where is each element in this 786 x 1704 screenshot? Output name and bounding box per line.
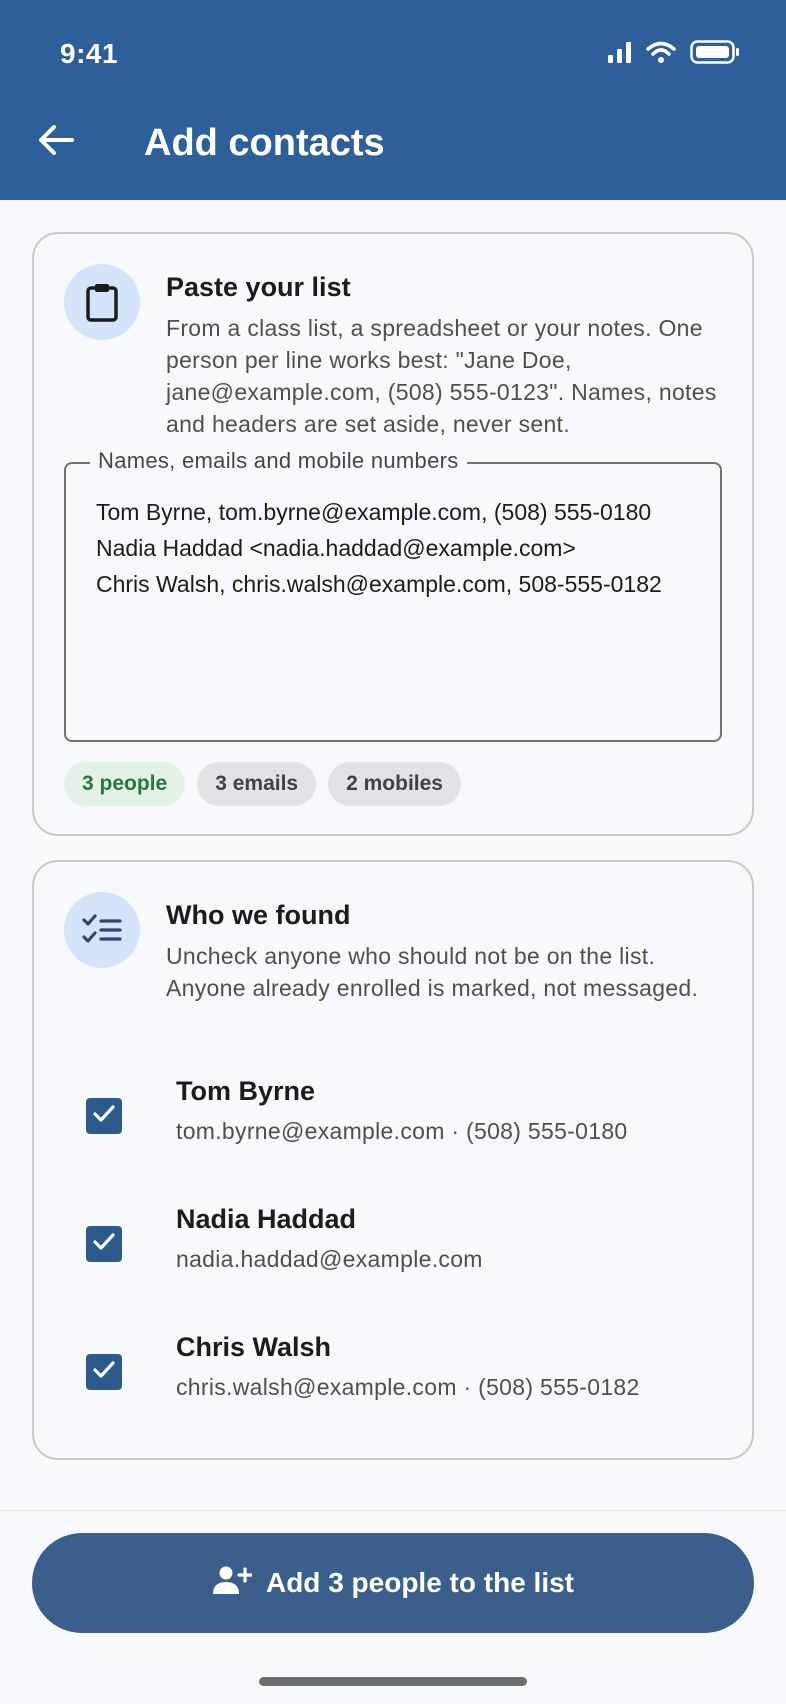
person-contact-detail: nadia.haddad@example.com: [176, 1246, 483, 1272]
found-card-title: Who we found: [166, 900, 351, 930]
found-card-description: Uncheck anyone who should not be on the …: [166, 943, 699, 1001]
person-row[interactable]: Chris Walsh chris.walsh@example.com · (5…: [34, 1332, 752, 1442]
mobile-count-chip: 2 mobiles: [328, 762, 461, 806]
person-name: Nadia Haddad: [176, 1204, 357, 1234]
home-indicator: [259, 1677, 527, 1686]
arrow-back-icon: [38, 124, 74, 161]
person-name: Tom Byrne: [176, 1076, 316, 1106]
who-we-found-card: Who we found Uncheck anyone who should n…: [32, 860, 754, 1460]
people-count-chip: 3 people: [64, 762, 186, 806]
paste-field-value[interactable]: Tom Byrne, tom.byrne@example.com, (508) …: [96, 494, 696, 602]
person-contact-detail: tom.byrne@example.com · (508) 555-0180: [176, 1118, 628, 1144]
paste-field-label: Names, emails and mobile numbers: [90, 448, 467, 474]
summary-chips: 3 people 3 emails 2 mobiles: [64, 762, 461, 806]
battery-icon: [690, 40, 740, 69]
paste-card-title: Paste your list: [166, 272, 351, 302]
paste-text-field[interactable]: Names, emails and mobile numbers Tom Byr…: [64, 448, 722, 742]
back-button[interactable]: [34, 120, 78, 164]
clipboard-icon: [64, 264, 140, 340]
check-icon: [92, 1360, 116, 1385]
paste-list-card: Paste your list From a class list, a spr…: [32, 232, 754, 836]
person-checkbox[interactable]: [86, 1354, 122, 1390]
person-checkbox[interactable]: [86, 1226, 122, 1262]
status-time: 9:41: [60, 38, 119, 69]
signal-icon: [608, 41, 632, 68]
app-bar: 9:41 Add contacts: [0, 0, 786, 200]
check-icon: [92, 1104, 116, 1129]
person-row[interactable]: Nadia Haddad nadia.haddad@example.com: [34, 1204, 752, 1314]
person-row[interactable]: Tom Byrne tom.byrne@example.com · (508) …: [34, 1076, 752, 1186]
page-title: Add contacts: [144, 122, 385, 164]
add-people-button-label: Add 3 people to the list: [265, 1567, 574, 1598]
check-icon: [92, 1232, 116, 1257]
checklist-icon: [64, 892, 140, 968]
email-count-chip: 3 emails: [197, 762, 317, 806]
status-icons: [608, 40, 740, 69]
person-add-icon: [212, 1565, 253, 1602]
add-people-button[interactable]: Add 3 people to the list: [32, 1533, 754, 1633]
person-contact-detail: chris.walsh@example.com · (508) 555-0182: [176, 1374, 640, 1400]
bottom-action-bar: Add 3 people to the list: [0, 1510, 786, 1704]
person-checkbox[interactable]: [86, 1098, 122, 1134]
person-name: Chris Walsh: [176, 1332, 332, 1362]
wifi-icon: [646, 41, 676, 68]
paste-card-description: From a class list, a spreadsheet or your…: [166, 315, 717, 437]
